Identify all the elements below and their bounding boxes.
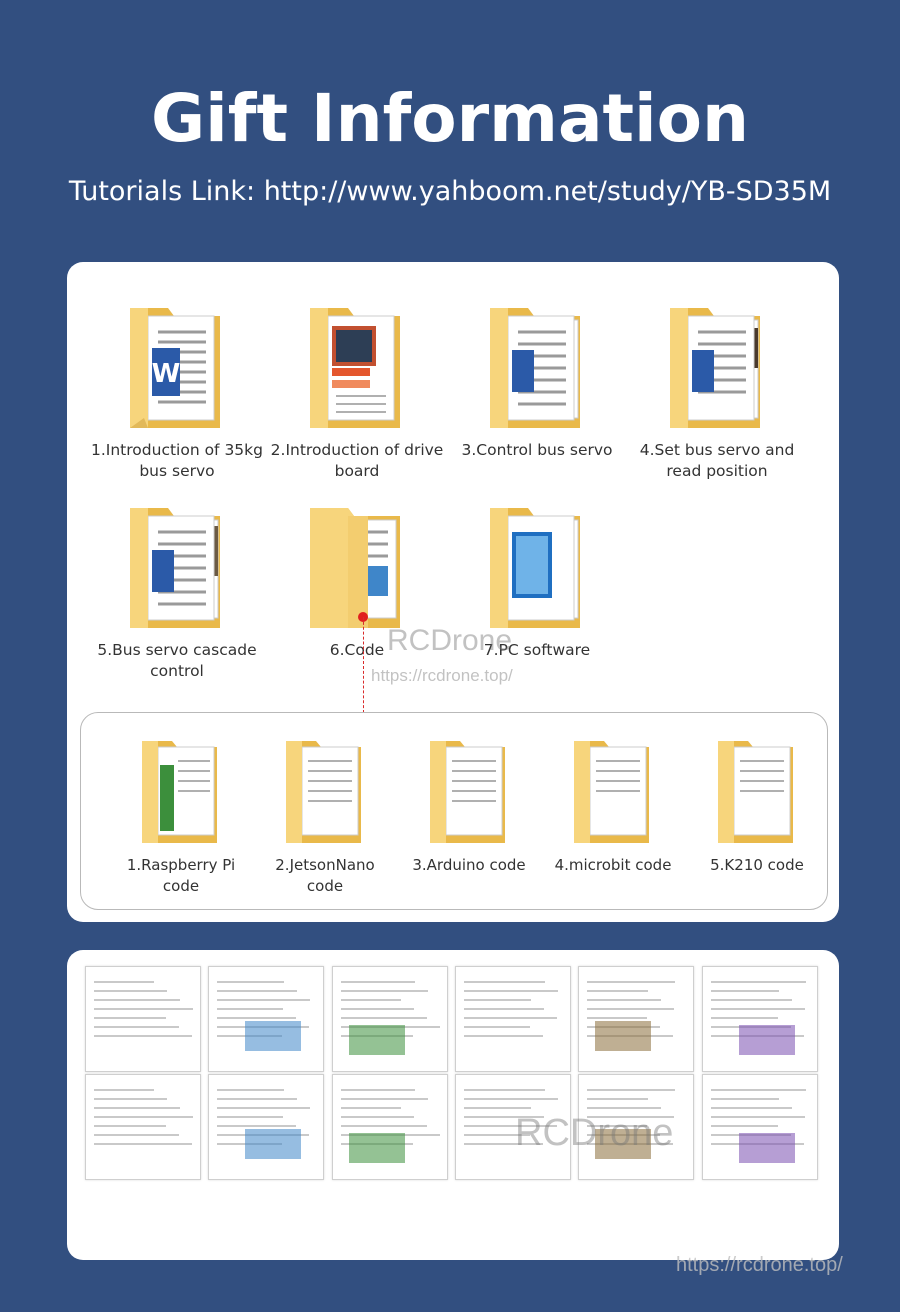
svg-text:W: W bbox=[152, 359, 181, 389]
watermark-url: https://rcdrone.top/ bbox=[371, 666, 513, 685]
folders-card: W 1.Introduction of 35kg bus servo 2.Int… bbox=[67, 262, 839, 922]
code-subfolders-box: 1.Raspberry Pi code 2.JetsonNano code 3.… bbox=[80, 712, 828, 910]
folder-set-servo[interactable]: 4.Set bus servo and read position bbox=[627, 302, 807, 482]
document-page-thumbnail bbox=[702, 966, 818, 1072]
document-page-thumbnail bbox=[208, 1074, 324, 1180]
word-doc-folder-icon bbox=[130, 508, 220, 628]
folder-label: 1.Introduction of 35kg bus servo bbox=[91, 441, 263, 480]
page-title: Gift Information bbox=[151, 80, 749, 157]
raspberry-pi-folder-icon bbox=[142, 741, 217, 843]
word-doc-folder-icon bbox=[490, 308, 580, 428]
subfolder-raspberry-pi[interactable]: 1.Raspberry Pi code bbox=[111, 737, 251, 897]
tutorial-link[interactable]: Tutorials Link: http://www.yahboom.net/s… bbox=[0, 176, 900, 207]
folder-intro-board[interactable]: 2.Introduction of drive board bbox=[267, 302, 447, 482]
document-page-thumbnail bbox=[702, 1074, 818, 1180]
watermark-brand-2: RCDrone bbox=[515, 1112, 674, 1154]
document-page-thumbnail bbox=[85, 1074, 201, 1180]
code-folder-icon bbox=[286, 741, 361, 843]
document-page-thumbnail bbox=[332, 1074, 448, 1180]
document-pages-card: RCDrone bbox=[67, 950, 839, 1260]
pdf-folder-icon bbox=[310, 308, 400, 428]
document-page-thumbnail bbox=[455, 966, 571, 1072]
subfolder-label: 4.microbit code bbox=[554, 856, 672, 874]
subfolder-label: 3.Arduino code bbox=[412, 856, 526, 874]
subfolder-arduino[interactable]: 3.Arduino code bbox=[399, 737, 539, 876]
document-page-thumbnail bbox=[85, 966, 201, 1072]
software-folder-icon bbox=[490, 508, 580, 628]
folder-label: 4.Set bus servo and read position bbox=[639, 441, 795, 480]
folder-label: 3.Control bus servo bbox=[461, 441, 613, 459]
document-page-thumbnail bbox=[208, 966, 324, 1072]
word-doc-folder-icon: W bbox=[130, 308, 220, 428]
subfolder-k210[interactable]: 5.K210 code bbox=[687, 737, 827, 876]
watermark-brand: RCDrone bbox=[387, 624, 513, 657]
subfolder-label: 2.JetsonNano code bbox=[275, 856, 375, 895]
code-connector-line bbox=[363, 617, 364, 713]
subfolder-label: 5.K210 code bbox=[710, 856, 804, 874]
subfolder-jetson-nano[interactable]: 2.JetsonNano code bbox=[255, 737, 395, 897]
code-folder-icon bbox=[574, 741, 649, 843]
watermark-url-2: https://rcdrone.top/ bbox=[676, 1254, 843, 1276]
subfolder-label: 1.Raspberry Pi code bbox=[126, 856, 236, 895]
folder-label: 5.Bus servo cascade control bbox=[97, 641, 257, 680]
document-page-thumbnail bbox=[578, 966, 694, 1072]
folder-cascade-control[interactable]: 5.Bus servo cascade control bbox=[87, 502, 267, 682]
code-folder-icon bbox=[718, 741, 793, 843]
subfolder-microbit[interactable]: 4.microbit code bbox=[543, 737, 683, 876]
folder-label: 2.Introduction of drive board bbox=[270, 441, 444, 480]
code-folder-icon bbox=[430, 741, 505, 843]
folder-control-servo[interactable]: 3.Control bus servo bbox=[447, 302, 627, 461]
word-doc-folder-icon bbox=[670, 308, 760, 428]
code-folder-icon bbox=[310, 508, 400, 628]
folder-intro-servo[interactable]: W 1.Introduction of 35kg bus servo bbox=[87, 302, 267, 482]
document-page-thumbnail bbox=[332, 966, 448, 1072]
